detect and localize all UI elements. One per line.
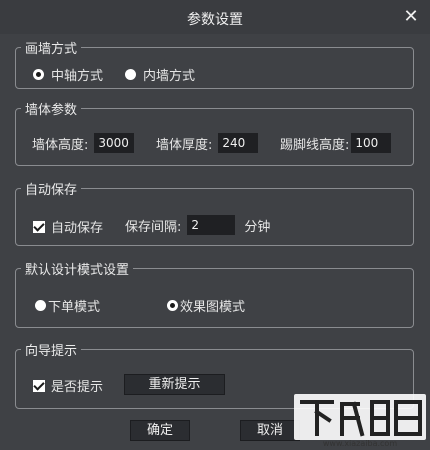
save-interval-input[interactable]: 2 (187, 215, 236, 235)
radio-label: 下单模式 (48, 300, 101, 315)
wall-drawing-group: 画墙方式 中轴方式 内墙方式 (15, 38, 414, 89)
radio-button-icon[interactable] (33, 69, 44, 80)
wall-thickness-input[interactable]: 240 (218, 133, 259, 153)
cancel-button[interactable]: 取消 (240, 420, 300, 441)
default-mode-group: 默认设计模式设置 下单模式 效果图模式 (15, 259, 414, 328)
checkbox-icon[interactable] (33, 220, 45, 233)
wall-thickness-field: 墙体厚度: 240 (156, 133, 259, 153)
auto-save-checkbox-row[interactable]: 自动保存 (33, 217, 103, 236)
auto-save-label: 自动保存 (51, 221, 104, 236)
title-bar: 参数设置 ✕ (0, 0, 430, 34)
radio-inner-wall[interactable]: 内墙方式 (125, 65, 195, 84)
radio-center-axis[interactable]: 中轴方式 (33, 65, 103, 84)
wall-drawing-legend: 画墙方式 (21, 38, 82, 57)
watermark-logo: www.xiazaiba.com (292, 388, 430, 450)
watermark-url: www.xiazaiba.com (323, 439, 397, 448)
default-mode-legend: 默认设计模式设置 (21, 259, 134, 278)
radio-label: 中轴方式 (51, 69, 104, 84)
checkbox-icon[interactable] (33, 379, 45, 392)
radio-button-icon[interactable] (35, 300, 46, 311)
ok-button[interactable]: 确定 (130, 420, 190, 441)
save-interval-label: 保存间隔: (125, 219, 182, 235)
auto-save-group: 自动保存 自动保存 保存间隔: 2 分钟 (15, 179, 414, 246)
wall-thickness-label: 墙体厚度: (156, 137, 213, 153)
wall-params-group: 墙体参数 墙体高度: 3000 墙体厚度: 240 踢脚线高度: 100 (15, 99, 414, 166)
watermark-logo-graphic: www.xiazaiba.com (294, 394, 426, 448)
guide-legend: 向导提示 (21, 340, 82, 359)
radio-label: 内墙方式 (143, 69, 196, 84)
close-icon[interactable]: ✕ (400, 6, 422, 28)
wall-height-label: 墙体高度: (32, 137, 89, 153)
guide-checkbox-row[interactable]: 是否提示 (33, 376, 103, 395)
reset-tips-button[interactable]: 重新提示 (124, 374, 225, 395)
save-interval-field: 保存间隔: 2 分钟 (125, 215, 270, 235)
guide-checkbox-label: 是否提示 (51, 380, 104, 395)
auto-save-legend: 自动保存 (21, 179, 82, 198)
dialog-title: 参数设置 (187, 12, 243, 28)
wall-height-field: 墙体高度: 3000 (32, 133, 135, 153)
skirting-height-field: 踢脚线高度: 100 (280, 133, 392, 153)
wall-params-legend: 墙体参数 (21, 99, 82, 118)
skirting-height-label: 踢脚线高度: (280, 137, 350, 153)
radio-label: 效果图模式 (180, 300, 246, 315)
skirting-height-input[interactable]: 100 (351, 133, 392, 153)
radio-button-icon[interactable] (125, 69, 136, 80)
radio-button-icon[interactable] (167, 300, 178, 311)
save-interval-unit: 分钟 (244, 219, 271, 235)
wall-height-input[interactable]: 3000 (94, 133, 135, 153)
radio-order-mode[interactable]: 下单模式 (35, 296, 100, 315)
radio-render-mode[interactable]: 效果图模式 (167, 296, 245, 315)
